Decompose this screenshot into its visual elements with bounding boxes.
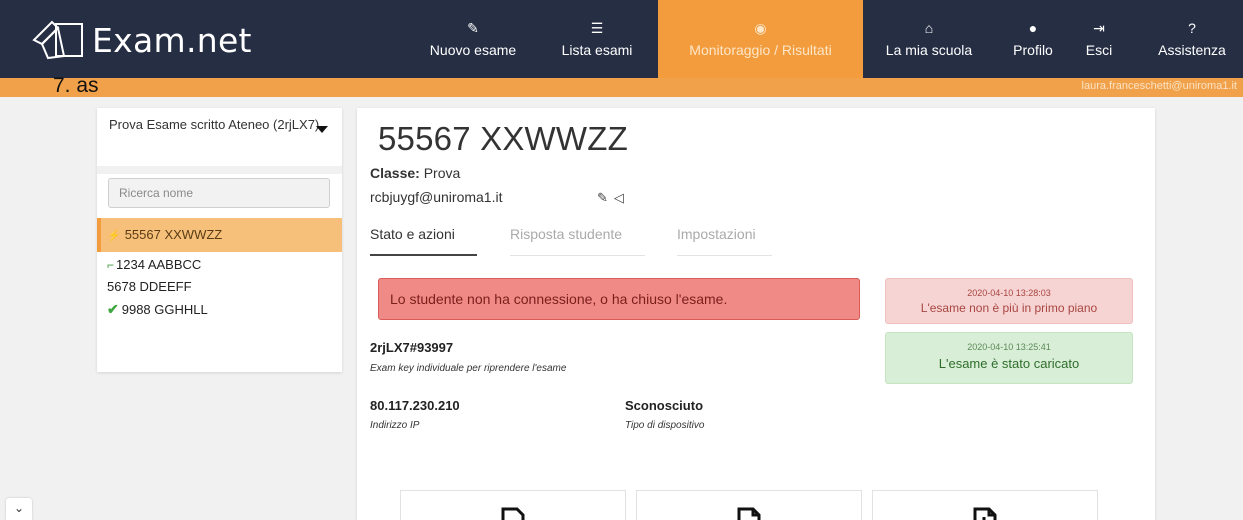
class-label: Classe: xyxy=(370,165,420,181)
student-label: 1234 AABBCC xyxy=(116,257,202,272)
document-fold-icon xyxy=(737,507,761,520)
eye-icon: ◉ xyxy=(754,20,767,36)
event-log-item: 2020-04-10 13:25:41 L'esame è stato cari… xyxy=(885,332,1133,384)
sign-out-icon: ⇥ xyxy=(1093,20,1105,36)
tab-risposta-studente[interactable]: Risposta studente xyxy=(510,226,645,256)
collapse-chevron-button[interactable]: ⌄ xyxy=(6,498,32,520)
nav-monitoraggio-risultati[interactable]: ◉ Monitoraggio / Risultati xyxy=(658,0,863,78)
student-label: 9988 GGHHLL xyxy=(121,302,208,317)
logo-papers-icon xyxy=(32,20,83,60)
user-email[interactable]: laura.franceschetti@uniroma1.it xyxy=(1082,80,1237,92)
tab-impostazioni[interactable]: Impostazioni xyxy=(677,226,772,256)
list-icon: ☰ xyxy=(590,20,604,36)
nav-lista-esami[interactable]: ☰ Lista esami xyxy=(548,0,646,78)
home-icon: ⌂ xyxy=(924,20,934,36)
nav-assistenza[interactable]: ? Assistenza xyxy=(1148,0,1236,78)
event-timestamp: 2020-04-10 13:28:03 xyxy=(967,288,1051,298)
event-log-item: 2020-04-10 13:28:03 L'esame non è più in… xyxy=(885,278,1133,324)
event-message: L'esame non è più in primo piano xyxy=(920,301,1098,315)
exam-key-value: 2rjLX7#93997 xyxy=(370,340,454,355)
door-exit-icon: ⌐ xyxy=(107,258,115,272)
nav-profilo[interactable]: ● Profilo xyxy=(1002,0,1064,78)
overlay-annotation: 7. as xyxy=(53,74,99,97)
student-item[interactable]: 5678 DDEEFF xyxy=(97,276,342,298)
ip-address-value: 80.117.230.210 xyxy=(370,398,460,413)
device-type-label: Tipo di dispositivo xyxy=(625,420,705,431)
action-card-document-edit[interactable] xyxy=(636,490,862,520)
student-item-exited[interactable]: ⌐ 1234 AABBCC xyxy=(97,254,342,276)
action-card-document[interactable] xyxy=(400,490,626,520)
caret-down-icon xyxy=(316,126,328,133)
logo-text: Exam.net xyxy=(92,20,252,60)
class-line: Classe: Prova xyxy=(370,165,460,181)
exam-select-value: Prova Esame scritto Ateneo (2rjLX7) xyxy=(109,117,320,132)
student-label: 5678 DDEEFF xyxy=(107,279,192,294)
exam-key-label: Exam key individuale per riprendere l'es… xyxy=(370,363,567,374)
student-label: 55567 XXWWZZ xyxy=(124,227,223,242)
pencil-edit-icon[interactable]: ✎ xyxy=(597,190,608,206)
check-icon: ✔ xyxy=(107,301,119,317)
top-navbar: Exam.net ✎ Nuovo esame ☰ Lista esami ◉ M… xyxy=(0,0,1243,78)
question-circle-icon: ? xyxy=(1188,20,1196,36)
student-list: ⚡ 55567 XXWWZZ ⌐ 1234 AABBCC 5678 DDEEFF ✔… xyxy=(97,218,342,320)
student-item-submitted[interactable]: ✔ 9988 GGHHLL xyxy=(97,298,342,320)
nav-nuovo-esame[interactable]: ✎ Nuovo esame xyxy=(412,0,534,78)
exam-select-dropdown[interactable]: Prova Esame scritto Ateneo (2rjLX7) xyxy=(97,108,342,163)
event-timestamp: 2020-04-10 13:25:41 xyxy=(967,342,1051,352)
document-icon xyxy=(501,507,525,520)
action-card-document-upload[interactable] xyxy=(872,490,1098,520)
bolt-icon: ⚡ xyxy=(107,230,121,242)
event-message: L'esame è stato caricato xyxy=(938,356,1080,371)
class-value: Prova xyxy=(423,165,461,181)
send-icon[interactable]: ◁ xyxy=(614,190,624,206)
student-item-active[interactable]: ⚡ 55567 XXWWZZ xyxy=(97,218,342,252)
nav-esci[interactable]: ⇥ Esci xyxy=(1074,0,1124,78)
email-actions: ✎ ◁ xyxy=(597,190,624,206)
connection-alert: Lo studente non ha connessione, o ha chi… xyxy=(378,278,860,320)
orange-user-bar xyxy=(0,78,1243,97)
pencil-icon: ✎ xyxy=(467,20,479,36)
nav-la-mia-scuola[interactable]: ⌂ La mia scuola xyxy=(868,0,990,78)
chevron-down-icon: ⌄ xyxy=(13,501,25,515)
user-icon: ● xyxy=(1028,20,1038,36)
sidebar-divider xyxy=(97,166,342,174)
name-search-input[interactable] xyxy=(108,178,330,208)
device-type-value: Sconosciuto xyxy=(625,398,704,413)
ip-address-label: Indirizzo IP xyxy=(370,420,420,431)
document-upload-icon xyxy=(973,507,997,520)
exam-net-logo[interactable]: Exam.net xyxy=(28,14,268,66)
student-title: 55567 XXWWZZ xyxy=(378,120,628,157)
student-email: rcbjuygf@uniroma1.it xyxy=(370,189,503,205)
tab-stato-e-azioni[interactable]: Stato e azioni xyxy=(370,226,477,256)
